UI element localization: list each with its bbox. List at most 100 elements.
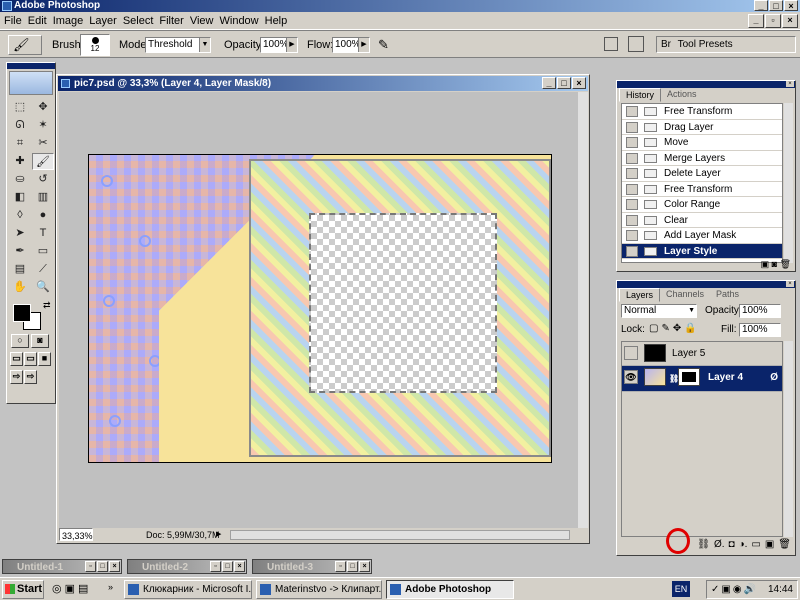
doc-window-maximize-button[interactable]: □ <box>557 77 571 89</box>
tab-paths[interactable]: Paths <box>710 288 745 302</box>
brushes-tab[interactable]: Br <box>657 39 675 50</box>
menu-help[interactable]: Help <box>265 15 294 27</box>
crop-tool-icon[interactable]: ⌗ <box>9 135 31 152</box>
doc-restore-button[interactable]: ▫ <box>765 14 781 28</box>
document-title-bar[interactable]: pic7.psd @ 33,3% (Layer 4, Layer Mask/8)… <box>58 76 588 91</box>
tab-actions[interactable]: Actions <box>661 88 703 102</box>
lasso-tool-icon[interactable]: ᘏ <box>9 117 31 134</box>
minimize-button[interactable]: _ <box>754 0 768 11</box>
screen-mode-standard-icon[interactable]: ▭ <box>10 352 23 366</box>
layer-mask-thumbnail[interactable] <box>678 368 700 386</box>
link-layers-icon[interactable]: ⛓ <box>697 539 710 553</box>
new-set-icon[interactable]: ▭ <box>751 539 760 553</box>
history-brush-source-checkbox[interactable] <box>626 214 638 226</box>
screen-mode-full-icon[interactable]: ■ <box>38 352 51 366</box>
history-item[interactable]: Color Range <box>622 197 782 213</box>
history-brush-source-checkbox[interactable] <box>626 137 638 148</box>
zoom-field[interactable]: 33,33% <box>59 528 93 541</box>
gradient-tool-icon[interactable]: ▥ <box>32 189 54 206</box>
history-brush-icon[interactable]: ↺ <box>32 171 54 188</box>
taskbar-button[interactable]: Materinstvo -> Клипарт... <box>256 580 382 599</box>
doc-window-minimize-button[interactable]: _ <box>542 77 556 89</box>
restore-icon[interactable]: ▫ <box>210 561 221 572</box>
history-brush-source-checkbox[interactable] <box>626 106 638 117</box>
eraser-tool-icon[interactable]: ◧ <box>9 189 31 206</box>
eye-icon[interactable]: 👁 <box>624 370 638 384</box>
close-icon[interactable]: × <box>234 561 245 572</box>
eyedropper-icon[interactable]: ⟋ <box>32 261 54 278</box>
maximize-icon[interactable]: □ <box>347 561 358 572</box>
trash-icon[interactable]: 🗑 <box>780 259 791 269</box>
history-item[interactable]: Move <box>622 135 782 151</box>
layer-style-icon[interactable]: Ø <box>770 372 778 383</box>
toolbox-header[interactable] <box>7 63 55 69</box>
close-icon[interactable]: × <box>109 561 120 572</box>
taskbar-button-active[interactable]: Adobe Photoshop <box>386 580 514 599</box>
doc-close-button[interactable]: × <box>782 14 798 28</box>
history-item[interactable]: Add Layer Mask <box>622 228 782 244</box>
new-document-from-state-icon[interactable]: ▣ <box>761 259 770 269</box>
language-indicator[interactable]: EN <box>672 581 690 597</box>
minimized-window[interactable]: Untitled-2 ▫ □ × <box>127 559 247 574</box>
vertical-scrollbar[interactable] <box>578 92 588 530</box>
palette-well-icon[interactable] <box>604 37 618 51</box>
layers-palette-header[interactable]: × <box>617 281 795 288</box>
swap-colors-icon[interactable]: ⇄ <box>43 300 51 311</box>
history-item[interactable]: Merge Layers <box>622 151 782 166</box>
tab-channels[interactable]: Channels <box>660 288 710 302</box>
adobe-online-icon[interactable] <box>9 71 53 95</box>
horizontal-scrollbar[interactable] <box>230 530 570 540</box>
tray-icons[interactable]: ✓▣◉🔊 <box>707 581 758 598</box>
opacity-input[interactable]: 100% ▶ <box>260 37 298 53</box>
fill-input[interactable]: 100% <box>739 323 781 337</box>
restore-icon[interactable]: ▫ <box>85 561 96 572</box>
clock[interactable]: 14:44 <box>768 584 793 595</box>
close-icon[interactable]: × <box>359 561 370 572</box>
brush-picker[interactable]: 12 <box>80 34 110 56</box>
history-brush-source-checkbox[interactable] <box>626 152 638 164</box>
lock-options-icons[interactable]: ▢✎✥🔒 <box>649 323 700 334</box>
foreground-color[interactable] <box>13 304 31 322</box>
maximize-icon[interactable]: □ <box>97 561 108 572</box>
move-tool-icon[interactable]: ✥ <box>32 99 54 116</box>
history-palette-header[interactable]: × <box>617 81 795 88</box>
tab-layers[interactable]: Layers <box>619 288 661 302</box>
canvas-area[interactable] <box>59 92 579 530</box>
slice-tool-icon[interactable]: ✂ <box>32 135 54 152</box>
path-selection-icon[interactable]: ➤ <box>9 225 31 242</box>
layer-opacity-input[interactable]: 100% <box>739 304 781 318</box>
close-icon[interactable]: × <box>786 281 794 287</box>
status-menu-arrow-icon[interactable]: ▶ <box>216 528 221 542</box>
healing-brush-icon[interactable]: ✚ <box>9 153 31 170</box>
layers-scrollbar[interactable] <box>784 341 793 537</box>
new-layer-icon[interactable]: ▣ <box>765 539 774 553</box>
layer-row[interactable]: Layer 5 <box>622 342 782 366</box>
minimized-window[interactable]: Untitled-3 ▫ □ × <box>252 559 372 574</box>
add-layer-mask-icon[interactable]: ◘ <box>729 539 735 553</box>
trash-icon[interactable]: 🗑 <box>778 539 791 553</box>
layer-row-selected[interactable]: 👁 ⛓ Layer 4 Ø <box>622 366 782 392</box>
marquee-tool-icon[interactable]: ⬚ <box>9 99 31 116</box>
pen-tool-icon[interactable]: ✒ <box>9 243 31 260</box>
history-brush-source-checkbox[interactable] <box>626 121 638 133</box>
visibility-toggle[interactable] <box>624 346 638 360</box>
clone-stamp-icon[interactable]: ⛀ <box>9 171 31 188</box>
menu-view[interactable]: View <box>190 15 220 27</box>
maximize-icon[interactable]: □ <box>222 561 233 572</box>
tab-history[interactable]: History <box>619 88 662 102</box>
menu-select[interactable]: Select <box>123 15 160 27</box>
brush-tool-icon[interactable]: 🖌 <box>32 153 54 170</box>
close-button[interactable]: × <box>784 0 798 11</box>
history-scrollbar[interactable] <box>784 103 793 263</box>
menu-file[interactable]: File <box>4 15 28 27</box>
maximize-button[interactable]: □ <box>769 0 783 11</box>
add-layer-style-icon[interactable]: Ø. <box>714 539 725 553</box>
history-item[interactable]: Free Transform <box>622 104 782 120</box>
menu-edit[interactable]: Edit <box>28 15 53 27</box>
menu-window[interactable]: Window <box>220 15 265 27</box>
jump-to-imageready-icon[interactable]: ⇨ <box>24 370 37 384</box>
file-browser-icon[interactable] <box>628 36 644 52</box>
mode-select[interactable]: Threshold ▼ <box>145 37 211 53</box>
history-item-selected[interactable]: Layer Style <box>622 243 782 259</box>
taskbar-button[interactable]: Клюкарник - Microsoft I... <box>124 580 252 599</box>
